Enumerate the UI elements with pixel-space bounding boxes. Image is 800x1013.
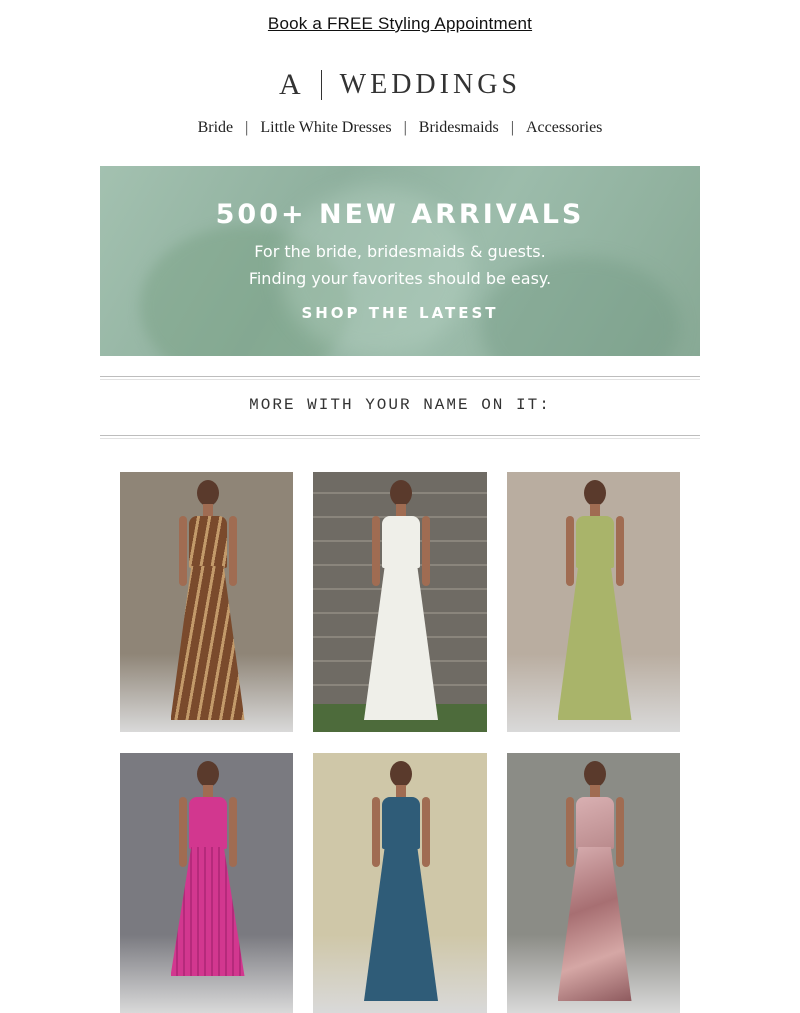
dress-skirt <box>557 566 632 720</box>
hero-title: 500+ NEW ARRIVALS <box>215 199 585 230</box>
product-card-pink-sequin-one-shoulder-dress[interactable] <box>507 753 680 1013</box>
dress-skirt <box>364 566 438 720</box>
hero-line-2: Finding your favorites should be easy. <box>248 269 552 288</box>
model-head <box>390 761 412 787</box>
model-arm <box>422 797 430 867</box>
dress-bodice <box>575 516 614 568</box>
book-styling-appointment-link[interactable]: Book a FREE Styling Appointment <box>268 14 532 34</box>
dress-bodice <box>188 516 227 568</box>
product-card-teal-strapless-satin-gown[interactable] <box>313 753 487 1013</box>
section-divider-top <box>100 376 700 380</box>
product-grid <box>120 472 680 1013</box>
model-figure <box>544 753 644 1013</box>
nav-separator: | <box>403 119 407 136</box>
logo-letter: A <box>279 68 303 101</box>
shop-the-latest-button[interactable]: SHOP THE LATEST <box>301 304 498 322</box>
nav-separator: | <box>510 119 514 136</box>
dress-skirt <box>364 847 438 1001</box>
model-arm <box>422 516 430 586</box>
model-figure <box>544 472 644 732</box>
nav-little-white-dresses[interactable]: Little White Dresses <box>260 119 391 137</box>
model-arm <box>228 516 237 586</box>
nav-bridesmaids[interactable]: Bridesmaids <box>419 119 499 137</box>
model-arm <box>372 797 380 867</box>
dress-bodice <box>575 797 614 849</box>
main-nav: Bride | Little White Dresses | Bridesmai… <box>0 113 800 143</box>
logo-divider <box>320 70 322 100</box>
dress-skirt <box>170 566 245 720</box>
top-banner: Book a FREE Styling Appointment <box>0 0 800 48</box>
model-head <box>583 761 606 787</box>
hero-subtitle: For the bride, bridesmaids & guests. Fin… <box>100 238 700 292</box>
model-arm <box>178 797 187 867</box>
model-head <box>390 480 412 506</box>
model-head <box>196 480 219 506</box>
model-neck <box>589 504 600 516</box>
brand-logo[interactable]: A WEDDINGS <box>0 68 800 102</box>
model-figure <box>157 753 257 1013</box>
product-card-magenta-pleated-midi-dress[interactable] <box>120 753 293 1013</box>
model-neck <box>202 504 213 516</box>
model-figure <box>350 753 450 1013</box>
product-card-brown-patterned-maxi-dress[interactable] <box>120 472 293 732</box>
product-card-sage-green-satin-slip-gown[interactable] <box>507 472 680 732</box>
new-arrivals-banner[interactable]: 500+ NEW ARRIVALS For the bride, bridesm… <box>100 166 700 356</box>
model-neck <box>396 504 406 516</box>
hero-line-1: For the bride, bridesmaids & guests. <box>254 242 546 261</box>
model-head <box>196 761 219 787</box>
logo-brand: WEDDINGS <box>339 69 521 100</box>
model-neck <box>396 785 406 797</box>
nav-bride[interactable]: Bride <box>198 119 234 137</box>
section-heading: MORE WITH YOUR NAME ON IT: <box>249 396 551 414</box>
model-arm <box>565 516 574 586</box>
dress-bodice <box>382 797 420 849</box>
model-arm <box>178 516 187 586</box>
model-arm <box>565 797 574 867</box>
model-arm <box>615 797 624 867</box>
model-figure <box>157 472 257 732</box>
model-arm <box>228 797 237 867</box>
model-arm <box>372 516 380 586</box>
section-divider-bottom <box>100 435 700 439</box>
model-figure <box>350 472 450 732</box>
hero-content: 500+ NEW ARRIVALS For the bride, bridesm… <box>100 199 700 323</box>
dress-bodice <box>382 516 420 568</box>
model-neck <box>589 785 600 797</box>
model-arm <box>615 516 624 586</box>
nav-separator: | <box>245 119 249 136</box>
dress-skirt <box>557 847 632 1001</box>
dress-bodice <box>188 797 227 849</box>
nav-accessories[interactable]: Accessories <box>526 119 602 137</box>
model-head <box>583 480 606 506</box>
model-neck <box>202 785 213 797</box>
product-card-white-strapless-column-gown[interactable] <box>313 472 487 732</box>
